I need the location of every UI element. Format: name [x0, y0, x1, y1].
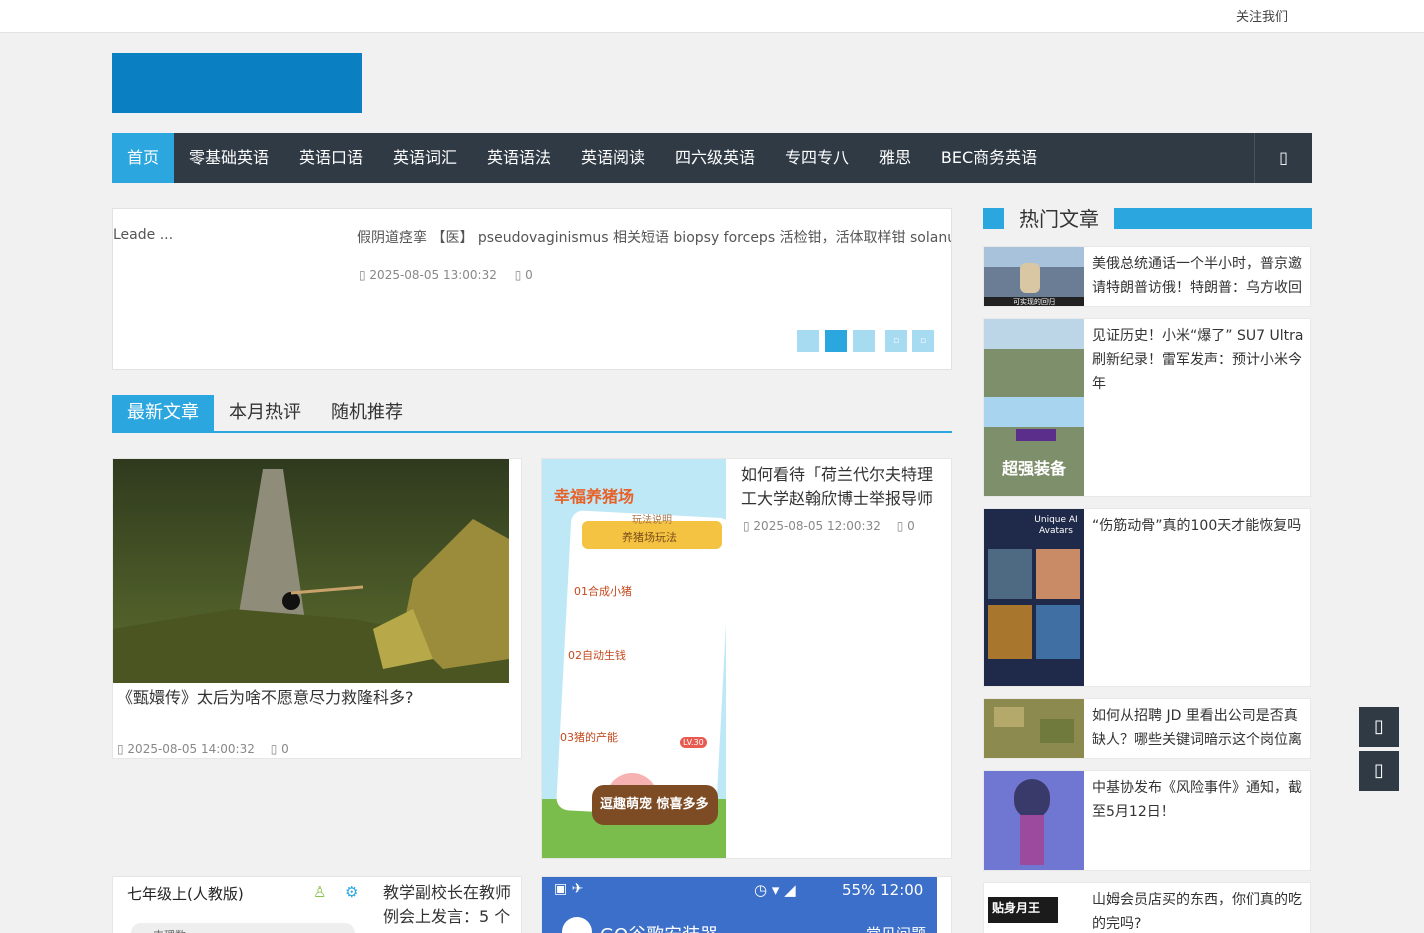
hot-article[interactable]: Unique AI Avatars “伤筋动骨”真的100天才能恢复吗 — [983, 508, 1311, 687]
hot-title[interactable]: “伤筋动骨”真的100天才能恢复吗 — [1092, 514, 1304, 538]
game-logo: 幸福养猪场 — [554, 487, 635, 506]
nav-item-vocabulary[interactable]: 英语词汇 — [378, 133, 472, 183]
nav-item-home[interactable]: 首页 — [112, 133, 174, 183]
nav-item-grammar[interactable]: 英语语法 — [472, 133, 566, 183]
follow-us-link[interactable]: 关注我们 — [1236, 6, 1288, 25]
post-time: ▯ 2025-08-05 14:00:32 — [117, 742, 255, 756]
thumb-header: 七年级上(人教版) — [127, 885, 244, 903]
header-bar — [1114, 208, 1312, 229]
sidebar-header: 热门文章 — [983, 203, 1312, 233]
hot-thumbnail[interactable]: 可实现的回归 — [984, 247, 1084, 306]
slide-meta: ▯ 2025-08-05 13:00:32 ▯ 0 — [359, 268, 533, 282]
featured-slider: Leade ... 假阴道痉挛 【医】 pseudovaginismus 相关短… — [112, 208, 952, 370]
hot-article[interactable]: 中基协发布《风险事件》通知，截至5月12日！ — [983, 770, 1311, 871]
slide-time: ▯ 2025-08-05 13:00:32 — [359, 268, 497, 282]
game-level-badge: LV.30 — [680, 737, 707, 748]
game-step-2: 02自动生钱 — [568, 649, 626, 662]
post-card[interactable]: ▣ ✈ ◷ ▾ ◢ 55% 12:00 GO谷歌安装器 常见问题 — [541, 876, 952, 933]
slider-next-icon[interactable]: ▫ — [912, 330, 934, 352]
nav-item-bec[interactable]: BEC商务英语 — [926, 133, 1052, 183]
slider-dot[interactable] — [853, 330, 875, 352]
post-thumbnail[interactable] — [113, 459, 509, 683]
hot-thumbnail[interactable] — [984, 699, 1084, 758]
hot-thumbnail[interactable] — [984, 771, 1084, 870]
thumb-caption: 可实现的回归 — [984, 297, 1084, 306]
post-comments: ▯ 0 — [896, 519, 915, 533]
top-bar: 关注我们 — [0, 0, 1424, 33]
image-icon: ▣ ✈ — [554, 881, 584, 897]
post-time: ▯ 2025-08-05 12:00:32 — [743, 519, 881, 533]
thumb-caption: Unique AI Avatars — [1034, 515, 1078, 536]
site-logo[interactable] — [112, 53, 362, 113]
post-title[interactable]: 教学副校长在教师例会上发言：5 个 — [383, 881, 517, 929]
thumb-caption: 贴身月王 — [992, 901, 1041, 915]
hot-title[interactable]: 美俄总统通话一个半小时，普京邀请特朗普访俄！特朗普：乌方收回 — [1092, 252, 1304, 300]
game-step-3: 03猪的产能 — [560, 731, 618, 744]
thumb-sub: 丰理数 — [131, 923, 355, 933]
faq-label: 常见问题 — [866, 923, 926, 933]
hot-title[interactable]: 如何从招聘 JD 里看出公司是否真缺人？哪些关键词暗示这个岗位离 — [1092, 704, 1304, 752]
sidebar-title: 热门文章 — [1019, 207, 1099, 231]
hot-article[interactable]: 超强装备 见证历史！小米“爆了” SU7 Ultra刷新纪录！雷军发声：预计小米… — [983, 318, 1311, 497]
hot-article[interactable]: 贴身月王 山姆会员店买的东西，你们真的吃的完吗? — [983, 882, 1311, 933]
post-card[interactable]: 幸福养猪场 玩法说明 养猪场玩法 01合成小猪 02自动生钱 03猪的产能 LV… — [541, 458, 952, 859]
post-thumbnail[interactable]: ▣ ✈ ◷ ▾ ◢ 55% 12:00 GO谷歌安装器 常见问题 — [542, 877, 937, 933]
hot-title[interactable]: 山姆会员店买的东西，你们真的吃的完吗? — [1092, 888, 1304, 933]
slider-dot[interactable] — [797, 330, 819, 352]
scroll-bottom-icon[interactable]: ▯ — [1359, 751, 1399, 791]
search-icon[interactable]: ▯ — [1254, 133, 1312, 183]
game-step-1: 01合成小猪 — [574, 585, 632, 598]
nav-item-cet[interactable]: 四六级英语 — [660, 133, 770, 183]
tab-latest[interactable]: 最新文章 — [112, 395, 214, 431]
hot-article[interactable]: 可实现的回归 美俄总统通话一个半小时，普京邀请特朗普访俄！特朗普：乌方收回 — [983, 246, 1311, 307]
article-tabs: 最新文章 本月热评 随机推荐 — [112, 395, 952, 433]
tab-random[interactable]: 随机推荐 — [316, 395, 418, 431]
slider-dot-active[interactable] — [825, 330, 847, 352]
hot-thumbnail[interactable]: 贴身月王 — [984, 883, 1084, 933]
main-nav: 首页 零基础英语 英语口语 英语词汇 英语语法 英语阅读 四六级英语 专四专八 … — [112, 133, 1312, 183]
user-icon: ♙ — [313, 883, 327, 901]
tab-monthly-hot[interactable]: 本月热评 — [214, 395, 316, 431]
game-banner: 养猪场玩法 — [622, 531, 677, 544]
nav-item-reading[interactable]: 英语阅读 — [566, 133, 660, 183]
game-slogan: 逗趣萌宠 惊喜多多 — [600, 797, 709, 812]
app-name: GO谷歌安装器 — [600, 921, 718, 933]
hot-title[interactable]: 中基协发布《风险事件》通知，截至5月12日！ — [1092, 776, 1304, 824]
hot-article[interactable]: 如何从招聘 JD 里看出公司是否真缺人？哪些关键词暗示这个岗位离 — [983, 698, 1311, 759]
nav-item-tem[interactable]: 专四专八 — [770, 133, 864, 183]
hot-thumbnail[interactable]: 超强装备 — [984, 319, 1084, 496]
post-title[interactable]: 《甄嬛传》太后为啥不愿意尽力救隆科多? — [117, 686, 414, 710]
post-thumbnail[interactable]: 七年级上(人教版) ♙ ⚙ 丰理数 — [113, 877, 375, 933]
post-meta: ▯ 2025-08-05 12:00:32 ▯ 0 — [743, 519, 915, 533]
post-meta: ▯ 2025-08-05 14:00:32 ▯ 0 — [117, 742, 289, 756]
hot-title[interactable]: 见证历史！小米“爆了” SU7 Ultra刷新纪录！雷军发声：预计小米今年 — [1092, 324, 1304, 396]
status-bar-icons: ◷ ▾ ◢ — [754, 881, 796, 899]
game-subtitle: 玩法说明 — [632, 515, 672, 526]
header-square — [983, 208, 1004, 229]
post-card[interactable]: 《甄嬛传》太后为啥不愿意尽力救隆科多? ▯ 2025-08-05 14:00:3… — [112, 458, 522, 759]
slide-comments: ▯ 0 — [514, 268, 533, 282]
post-card[interactable]: 七年级上(人教版) ♙ ⚙ 丰理数 教学副校长在教师例会上发言：5 个 — [112, 876, 522, 933]
thumb-caption: 超强装备 — [1001, 459, 1066, 478]
settings-icon: ⚙ — [345, 883, 359, 901]
app-icon — [562, 917, 592, 933]
status-bar: 55% 12:00 — [842, 881, 924, 899]
hot-thumbnail[interactable]: Unique AI Avatars — [984, 509, 1084, 686]
post-title[interactable]: 如何看待「荷兰代尔夫特理工大学赵翰欣博士举报导师 — [741, 463, 941, 511]
slide-title[interactable]: 假阴道痉挛 【医】 pseudovaginismus 相关短语 biopsy f… — [357, 227, 951, 247]
nav-item-beginner-english[interactable]: 零基础英语 — [174, 133, 284, 183]
slider-prev-icon[interactable]: ▫ — [885, 330, 907, 352]
nav-item-ielts[interactable]: 雅思 — [864, 133, 926, 183]
back-to-top-icon[interactable]: ▯ — [1359, 707, 1399, 747]
nav-item-spoken-english[interactable]: 英语口语 — [284, 133, 378, 183]
post-comments: ▯ 0 — [270, 742, 289, 756]
slide-prev-fragment: Leade ... — [113, 227, 174, 243]
